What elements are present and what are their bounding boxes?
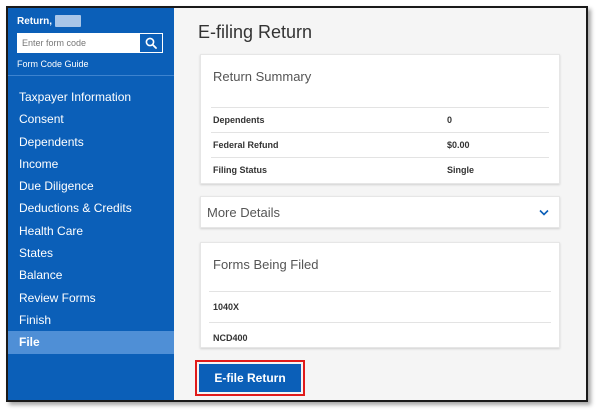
page-title: E-filing Return: [198, 22, 313, 42]
form-item: NCD400: [213, 333, 248, 343]
sidebar-item-deductions-credits[interactable]: Deductions & Credits: [8, 197, 174, 219]
app-window: Return, Form Code Guide Taxpayer Informa…: [6, 6, 588, 402]
return-title-label: Return,: [17, 15, 52, 27]
summary-value: Single: [447, 165, 475, 175]
form-code-guide-link[interactable]: Form Code Guide: [17, 59, 165, 69]
sidebar-item-consent[interactable]: Consent: [8, 108, 174, 130]
sidebar-item-income[interactable]: Income: [8, 153, 174, 175]
sidebar-item-balance[interactable]: Balance: [8, 264, 174, 286]
chevron-down-icon: [539, 209, 549, 216]
sidebar-item-dependents[interactable]: Dependents: [8, 131, 174, 153]
summary-row: Federal Refund $0.00: [211, 133, 549, 158]
form-item: 1040X: [209, 292, 551, 323]
search-icon: [145, 37, 157, 49]
summary-row: Dependents 0: [211, 108, 549, 133]
search-button[interactable]: [139, 33, 163, 53]
sidebar-item-health-care[interactable]: Health Care: [8, 220, 174, 242]
forms-being-filed-title: Forms Being Filed: [213, 257, 319, 272]
sidebar: Return, Form Code Guide Taxpayer Informa…: [8, 8, 174, 400]
forms-being-filed-card: Forms Being Filed 1040X NCD400: [200, 242, 560, 348]
redacted-name: [55, 15, 81, 27]
summary-row: Filing Status Single: [211, 158, 549, 182]
more-details-label: More Details: [207, 204, 280, 220]
sidebar-nav: Taxpayer Information Consent Dependents …: [8, 86, 174, 354]
summary-value: $0.00: [447, 140, 470, 150]
sidebar-item-finish[interactable]: Finish: [8, 309, 174, 331]
sidebar-item-states[interactable]: States: [8, 242, 174, 264]
return-summary-title: Return Summary: [213, 69, 312, 84]
main-content: E-filing Return Return Summary Dependent…: [174, 8, 586, 400]
summary-label: Dependents: [213, 115, 265, 125]
summary-value: 0: [447, 115, 453, 125]
sidebar-item-taxpayer-information[interactable]: Taxpayer Information: [8, 86, 174, 108]
sidebar-item-file[interactable]: File: [8, 331, 174, 354]
more-details-toggle[interactable]: More Details: [200, 196, 560, 228]
efile-button-highlight: E-file Return: [195, 360, 305, 396]
summary-label: Federal Refund: [213, 140, 279, 150]
efile-return-button[interactable]: E-file Return: [199, 364, 301, 392]
return-summary-card: Return Summary Dependents 0 Federal Refu…: [200, 54, 560, 184]
return-title: Return,: [17, 12, 165, 30]
sidebar-item-due-diligence[interactable]: Due Diligence: [8, 175, 174, 197]
form-code-input[interactable]: [17, 33, 139, 53]
sidebar-header: Return, Form Code Guide: [8, 8, 174, 76]
sidebar-item-review-forms[interactable]: Review Forms: [8, 287, 174, 309]
form-code-search: [17, 33, 165, 53]
summary-label: Filing Status: [213, 165, 267, 175]
